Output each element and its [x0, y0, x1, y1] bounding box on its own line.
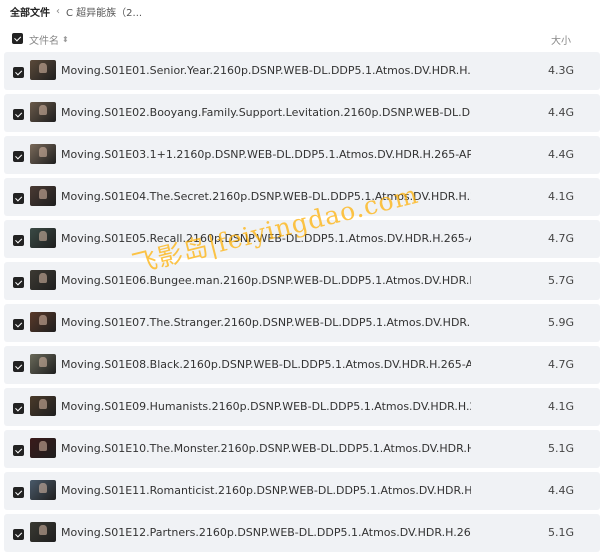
- file-size: 4.1G: [547, 190, 574, 203]
- row-checkbox[interactable]: [13, 109, 24, 120]
- row-checkbox[interactable]: [13, 151, 24, 162]
- thumbnail-figure: [39, 189, 47, 199]
- file-row[interactable]: Moving.S01E09.Humanists.2160p.DSNP.WEB-D…: [4, 388, 600, 426]
- file-row[interactable]: Moving.S01E07.The.Stranger.2160p.DSNP.WE…: [4, 304, 600, 342]
- file-size: 5.9G: [547, 316, 574, 329]
- file-row[interactable]: Moving.S01E08.Black.2160p.DSNP.WEB-DL.DD…: [4, 346, 600, 384]
- file-row[interactable]: Moving.S01E06.Bungee.man.2160p.DSNP.WEB-…: [4, 262, 600, 300]
- thumbnail-figure: [39, 441, 47, 451]
- breadcrumb-root[interactable]: 全部文件: [10, 4, 50, 19]
- video-thumbnail: [30, 186, 56, 206]
- video-thumbnail: [30, 144, 56, 164]
- breadcrumb-current: C 超异能族（2...: [66, 7, 143, 19]
- file-size: 5.1G: [547, 442, 574, 455]
- file-row[interactable]: Moving.S01E12.Partners.2160p.DSNP.WEB-DL…: [4, 514, 600, 552]
- file-row[interactable]: Moving.S01E03.1+1.2160p.DSNP.WEB-DL.DDP5…: [4, 136, 600, 174]
- file-name[interactable]: Moving.S01E02.Booyang.Family.Support.Lev…: [61, 106, 471, 119]
- sort-icon[interactable]: ⬍: [62, 35, 69, 44]
- row-checkbox[interactable]: [13, 487, 24, 498]
- thumbnail-figure: [39, 483, 47, 493]
- file-name[interactable]: Moving.S01E01.Senior.Year.2160p.DSNP.WEB…: [61, 64, 471, 77]
- thumbnail-figure: [39, 273, 47, 283]
- video-thumbnail: [30, 480, 56, 500]
- select-all-checkbox[interactable]: [12, 33, 23, 44]
- file-name[interactable]: Moving.S01E04.The.Secret.2160p.DSNP.WEB-…: [61, 190, 471, 203]
- file-size: 4.7G: [547, 232, 574, 245]
- video-thumbnail: [30, 270, 56, 290]
- file-name[interactable]: Moving.S01E11.Romanticist.2160p.DSNP.WEB…: [61, 484, 471, 497]
- video-thumbnail: [30, 522, 56, 542]
- column-name-label: 文件名: [29, 36, 59, 47]
- file-name[interactable]: Moving.S01E06.Bungee.man.2160p.DSNP.WEB-…: [61, 274, 471, 287]
- file-size: 5.1G: [547, 526, 574, 539]
- column-size-header[interactable]: 大小: [551, 32, 571, 47]
- thumbnail-figure: [39, 105, 47, 115]
- video-thumbnail: [30, 102, 56, 122]
- thumbnail-figure: [39, 525, 47, 535]
- file-row[interactable]: Moving.S01E10.The.Monster.2160p.DSNP.WEB…: [4, 430, 600, 468]
- thumbnail-figure: [39, 231, 47, 241]
- file-row[interactable]: Moving.S01E02.Booyang.Family.Support.Lev…: [4, 94, 600, 132]
- thumbnail-figure: [39, 63, 47, 73]
- file-size: 4.4G: [547, 484, 574, 497]
- row-checkbox[interactable]: [13, 445, 24, 456]
- thumbnail-figure: [39, 357, 47, 367]
- video-thumbnail: [30, 60, 56, 80]
- file-row[interactable]: Moving.S01E01.Senior.Year.2160p.DSNP.WEB…: [4, 52, 600, 90]
- file-name[interactable]: Moving.S01E09.Humanists.2160p.DSNP.WEB-D…: [61, 400, 471, 413]
- thumbnail-figure: [39, 399, 47, 409]
- video-thumbnail: [30, 312, 56, 332]
- file-name[interactable]: Moving.S01E03.1+1.2160p.DSNP.WEB-DL.DDP5…: [61, 148, 471, 161]
- file-size: 4.3G: [547, 64, 574, 77]
- file-size: 5.7G: [547, 274, 574, 287]
- file-name[interactable]: Moving.S01E12.Partners.2160p.DSNP.WEB-DL…: [61, 526, 471, 539]
- list-header: 文件名 ⬍ 大小: [0, 28, 600, 50]
- row-checkbox[interactable]: [13, 361, 24, 372]
- file-row[interactable]: Moving.S01E05.Recall.2160p.DSNP.WEB-DL.D…: [4, 220, 600, 258]
- thumbnail-figure: [39, 147, 47, 157]
- row-checkbox[interactable]: [13, 277, 24, 288]
- file-name[interactable]: Moving.S01E08.Black.2160p.DSNP.WEB-DL.DD…: [61, 358, 471, 371]
- video-thumbnail: [30, 438, 56, 458]
- video-thumbnail: [30, 396, 56, 416]
- file-row[interactable]: Moving.S01E11.Romanticist.2160p.DSNP.WEB…: [4, 472, 600, 510]
- file-size: 4.7G: [547, 358, 574, 371]
- file-name[interactable]: Moving.S01E07.The.Stranger.2160p.DSNP.WE…: [61, 316, 471, 329]
- row-checkbox[interactable]: [13, 235, 24, 246]
- video-thumbnail: [30, 354, 56, 374]
- file-name[interactable]: Moving.S01E10.The.Monster.2160p.DSNP.WEB…: [61, 442, 471, 455]
- file-size: 4.4G: [547, 106, 574, 119]
- video-thumbnail: [30, 228, 56, 248]
- row-checkbox[interactable]: [13, 319, 24, 330]
- file-size: 4.1G: [547, 400, 574, 413]
- chevron-left-icon: ‹: [56, 5, 60, 17]
- file-row[interactable]: Moving.S01E04.The.Secret.2160p.DSNP.WEB-…: [4, 178, 600, 216]
- thumbnail-figure: [39, 315, 47, 325]
- column-name-header[interactable]: 文件名 ⬍: [29, 32, 69, 47]
- row-checkbox[interactable]: [13, 529, 24, 540]
- file-size: 4.4G: [547, 148, 574, 161]
- row-checkbox[interactable]: [13, 67, 24, 78]
- row-checkbox[interactable]: [13, 403, 24, 414]
- row-checkbox[interactable]: [13, 193, 24, 204]
- file-name[interactable]: Moving.S01E05.Recall.2160p.DSNP.WEB-DL.D…: [61, 232, 471, 245]
- breadcrumb: 全部文件 ‹ C 超异能族（2...: [10, 3, 142, 19]
